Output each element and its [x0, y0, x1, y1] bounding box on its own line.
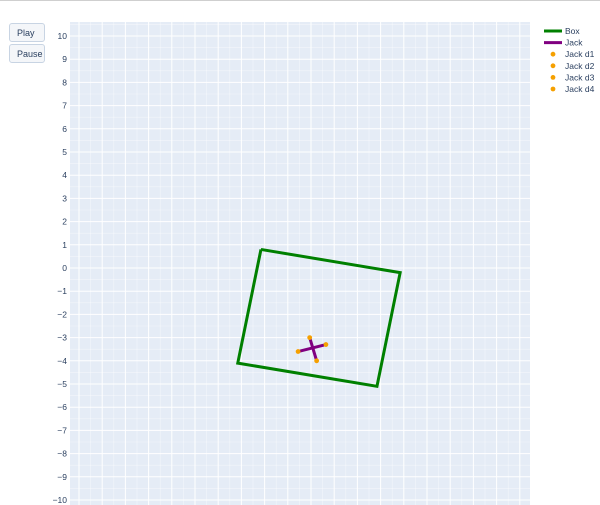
y-tick-label: 8	[62, 77, 67, 87]
y-tick-label: 3	[62, 193, 67, 203]
legend-item-jack[interactable]: Jack	[544, 38, 583, 48]
y-tick-label: −8	[57, 449, 67, 459]
y-tick-label: −10	[53, 495, 68, 505]
chart: 109876543210−1−2−3−4−5−6−7−8−9−10 BoxJac…	[53, 22, 595, 505]
legend-swatch	[550, 63, 556, 69]
y-tick-label: −2	[57, 309, 67, 319]
legend-item-jack-d4[interactable]: Jack d4	[550, 84, 595, 94]
legend-item-jack-d2[interactable]: Jack d2	[550, 61, 595, 71]
plot-area[interactable]	[70, 22, 530, 505]
y-tick-label: −9	[57, 472, 67, 482]
legend-label: Jack	[565, 38, 583, 48]
y-tick-label: 1	[62, 240, 67, 250]
legend-label: Box	[565, 26, 580, 36]
y-tick-label: −5	[57, 379, 67, 389]
legend-item-box[interactable]: Box	[544, 26, 580, 36]
y-tick-label: 9	[62, 54, 67, 64]
legend-swatch	[550, 75, 556, 80]
legend-swatch	[550, 51, 556, 57]
legend-label: Jack d1	[565, 49, 595, 59]
y-tick-label: 10	[58, 31, 68, 41]
marker-jack-d1[interactable]	[307, 335, 313, 340]
y-tick-label: −7	[57, 425, 67, 435]
legend: Box JackJack d1 Jack d2Jack d3 Jack d4	[544, 26, 595, 94]
y-tick-label: 0	[62, 263, 67, 273]
y-tick-label: 4	[62, 170, 67, 180]
y-tick-label: 6	[62, 124, 67, 134]
marker-jack-d2[interactable]	[314, 358, 320, 364]
legend-label: Jack d2	[565, 61, 595, 71]
legend-item-jack-d1[interactable]: Jack d1	[550, 49, 595, 59]
legend-swatch	[550, 86, 556, 92]
legend-label: Jack d4	[565, 84, 595, 94]
y-tick-label: 2	[62, 217, 67, 227]
marker-jack-d4[interactable]	[323, 342, 329, 347]
y-axis-ticks: 109876543210−1−2−3−4−5−6−7−8−9−10	[53, 31, 68, 505]
y-tick-label: 7	[62, 101, 67, 111]
y-tick-label: −1	[57, 286, 67, 296]
y-tick-label: −3	[57, 333, 67, 343]
y-tick-label: 5	[62, 147, 67, 157]
marker-jack-d3[interactable]	[295, 349, 301, 354]
legend-item-jack-d3[interactable]: Jack d3	[550, 72, 595, 82]
y-tick-label: −6	[57, 402, 67, 412]
y-tick-label: −4	[57, 356, 67, 366]
legend-label: Jack d3	[565, 72, 595, 82]
